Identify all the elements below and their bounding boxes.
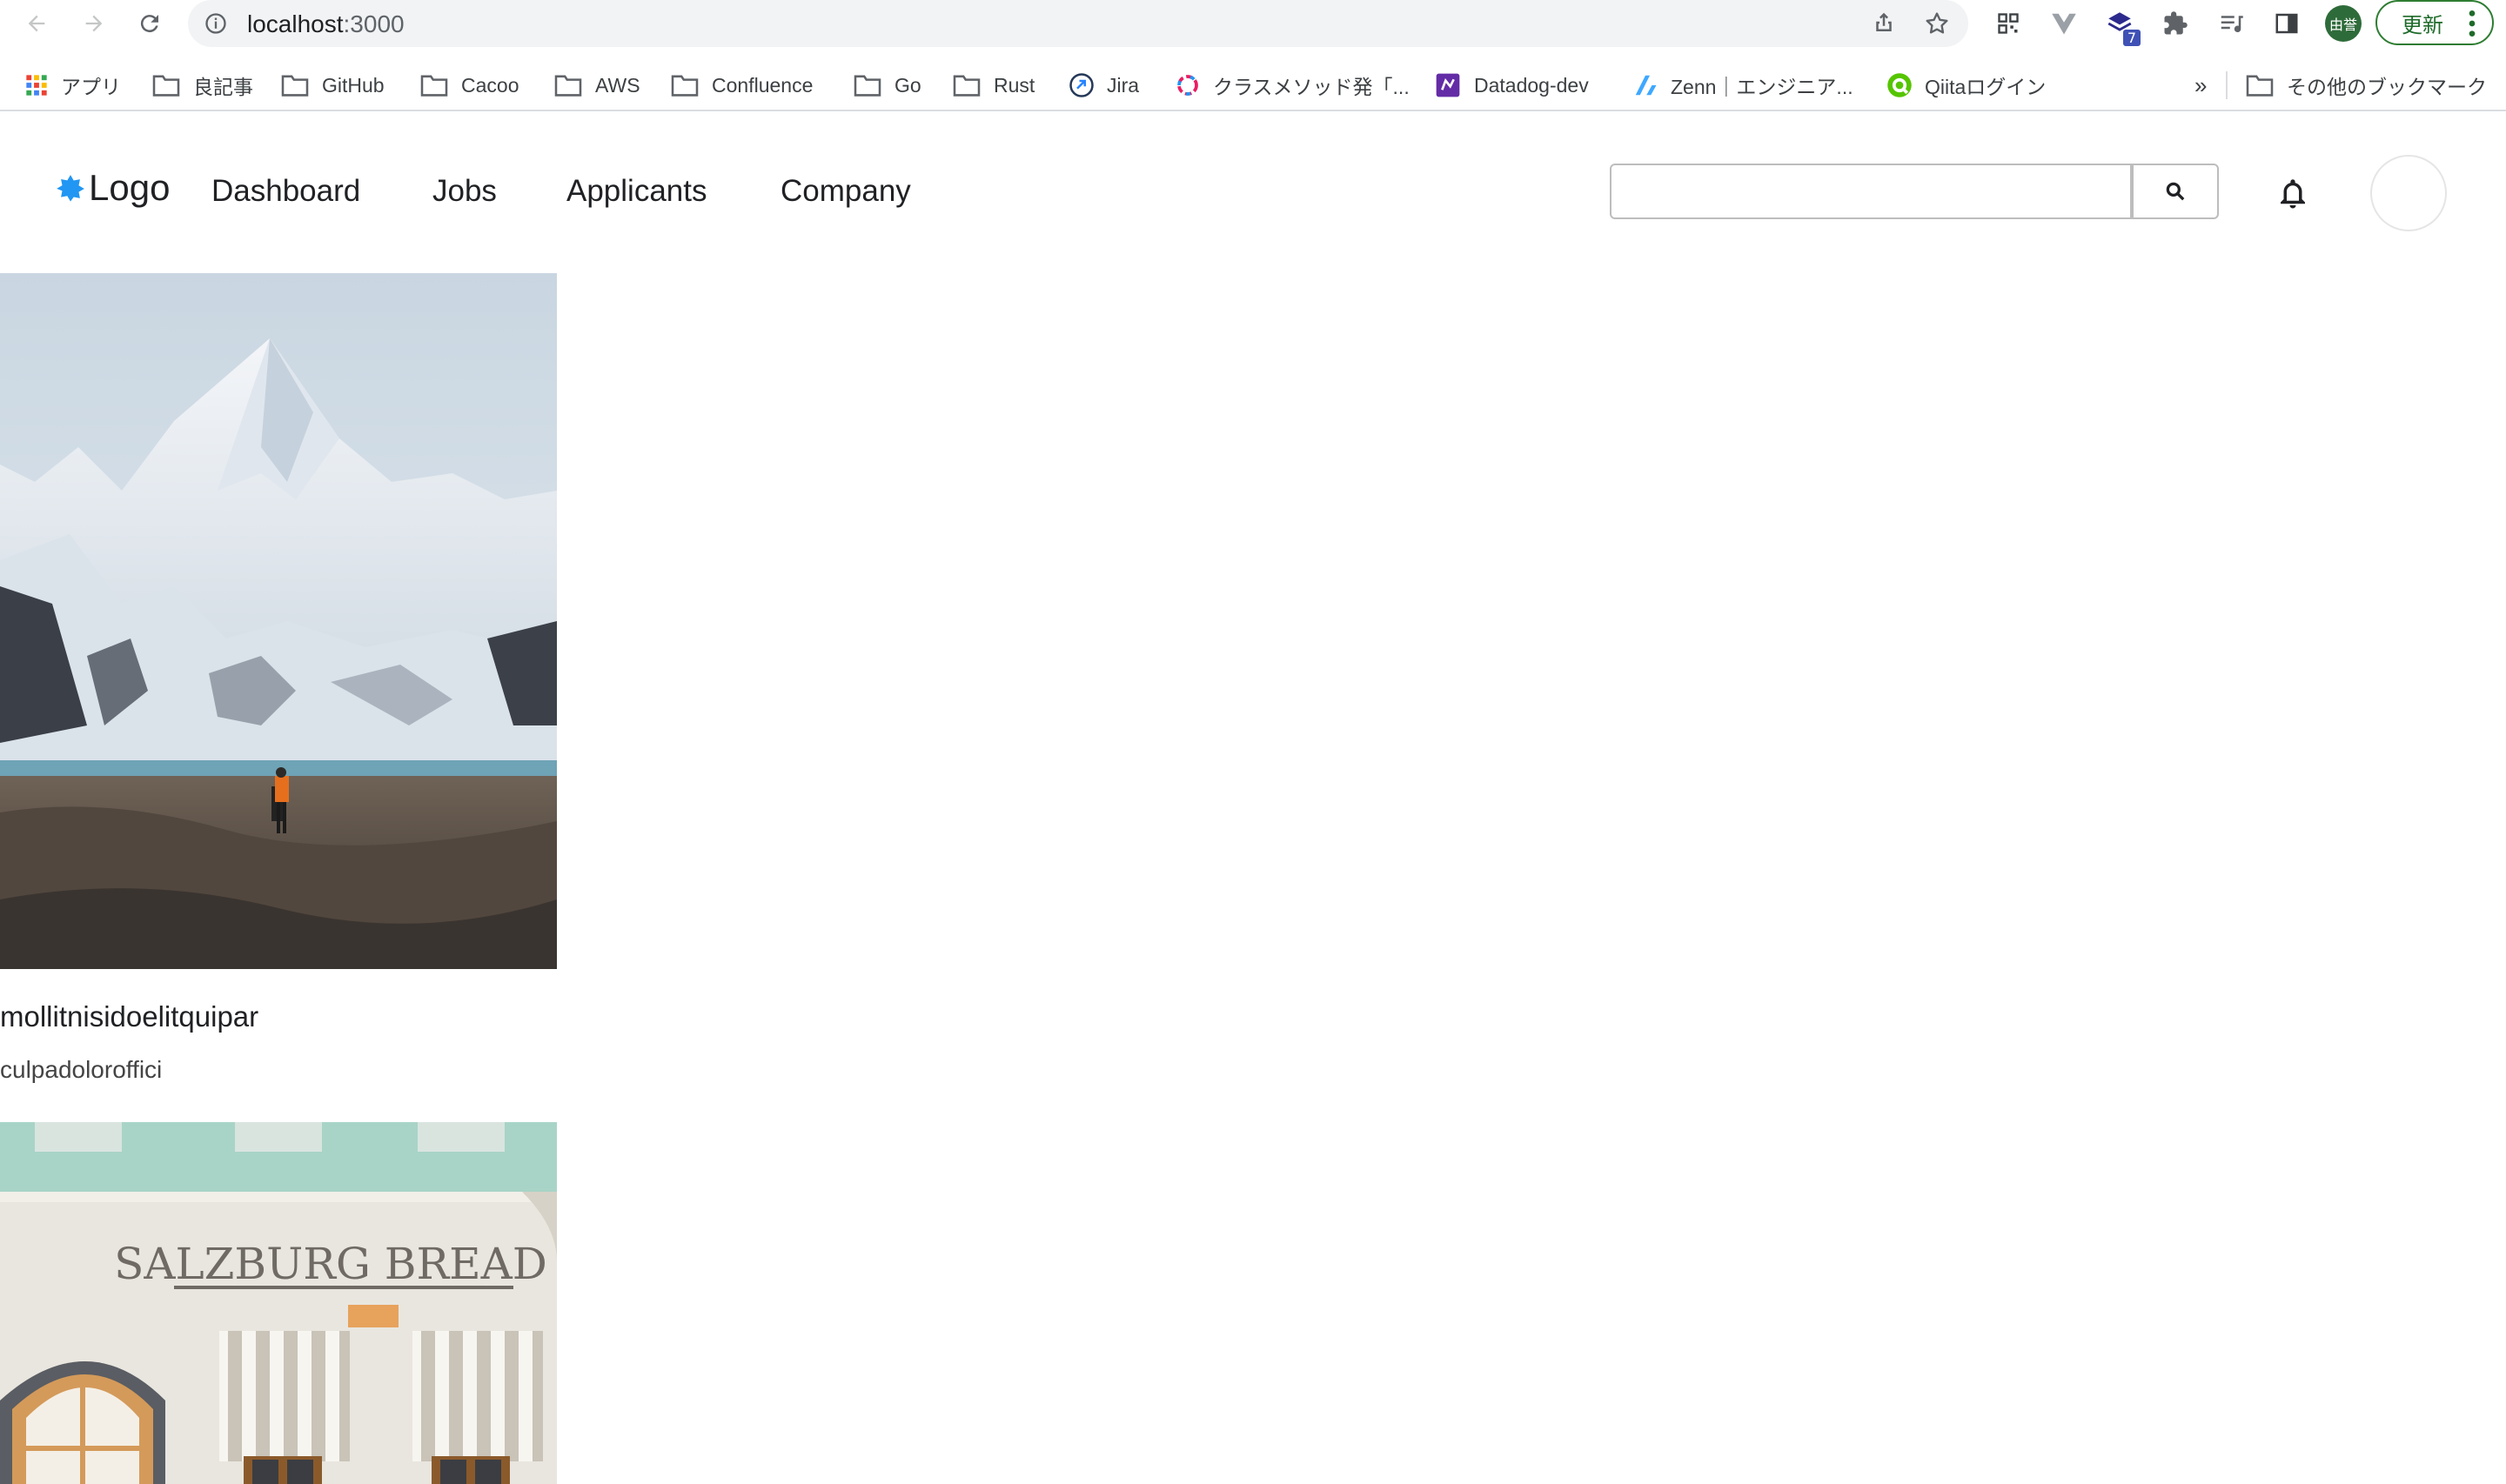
url-port: :3000 [343,10,405,37]
bookmark-folder[interactable]: Confluence [670,66,813,104]
card[interactable]: SALZBURG BREAD [0,1122,557,1484]
arrow-right-icon [85,15,103,32]
folder-icon [2246,75,2274,97]
logo-text: Logo [89,167,171,208]
bookmark-qiita[interactable]: Qiitaログイン [1886,66,2046,104]
bookmark-label: Go [895,73,921,97]
bookmark-folder[interactable]: Cacoo [419,66,519,104]
app-header: Logo Dashboard Jobs Applicants Company [0,111,2506,268]
folder-icon [953,75,981,97]
bookmark-label: Qiitaログイン [1925,76,2047,98]
bookmark-label: Jira [1107,73,1140,97]
bookmark-label: 良記事 [193,76,253,98]
folder-icon [420,75,448,97]
back-button[interactable] [19,6,54,41]
card-image-storefront: SALZBURG BREAD [0,1122,557,1484]
search-icon [2166,182,2185,201]
folder-icon [854,75,881,97]
bookmark-folder[interactable]: AWS [553,66,640,104]
nav-dashboard[interactable]: Dashboard [211,174,360,209]
search-input[interactable] [1610,164,2132,219]
bookmark-label: GitHub [322,73,385,97]
bookmark-classmethod[interactable]: クラスメソッド発「... [1175,66,1410,104]
storefront-sign-text: SALZBURG BREAD [114,1239,547,1289]
url-text[interactable]: localhost:3000 [247,10,405,38]
vue-extension-icon[interactable] [2048,8,2080,39]
extensions-puzzle-icon[interactable] [2160,8,2191,39]
nav-jobs[interactable]: Jobs [432,174,497,209]
folder-icon [554,75,582,97]
nav-applicants[interactable]: Applicants [566,174,707,209]
extension-stack-icon[interactable]: 7 [2104,8,2141,46]
qiita-icon [1887,73,1912,97]
info-icon[interactable] [204,11,228,36]
card-image-mountain [0,273,557,969]
apps-grid-icon [26,75,47,96]
bookmark-label: Confluence [712,73,814,97]
bookmark-apps[interactable]: アプリ [24,66,121,104]
reload-icon [140,15,158,33]
bookmark-folder[interactable]: Rust [952,66,1035,104]
forward-button[interactable] [77,6,111,41]
bookmark-folder[interactable]: 良記事 [151,66,253,104]
arrow-left-icon [28,15,45,32]
folder-icon [281,75,309,97]
card-title: mollitnisidoelitquipar [0,1000,259,1033]
star-icon[interactable] [1923,10,1951,37]
side-panel-icon[interactable] [2271,8,2302,39]
bookmark-jira[interactable]: Jira [1069,66,1139,104]
extension-badge: 7 [2122,30,2141,46]
bell-icon [2281,179,2305,209]
bookmarks-bar: アプリ 良記事 GitHub Cacoo AWS Confluence Go R… [0,61,2506,111]
bookmark-label: Cacoo [461,73,519,97]
logo[interactable]: Logo [56,167,170,209]
bookmark-label: Datadog-dev [1474,73,1589,97]
jira-icon [1069,73,1094,97]
bookmarks-overflow-button[interactable]: » [2194,66,2207,104]
nav-company[interactable]: Company [781,174,911,209]
bookmark-label: その他のブックマーク [2287,76,2487,98]
bookmark-label: AWS [595,73,640,97]
update-button[interactable]: 更新 [2375,0,2494,45]
card[interactable]: mollitnisidoelitquipar culpadoloroffici [0,273,557,1091]
bookmark-label: Zenn｜エンジニア... [1671,76,1853,98]
other-bookmarks-folder[interactable]: その他のブックマーク [2245,66,2487,104]
bookmark-folder[interactable]: GitHub [280,66,385,104]
more-vert-icon [2469,10,2476,37]
profile-avatar[interactable]: 由誉 [2325,5,2362,42]
bookmark-label: クラスメソッド発「... [1213,76,1410,98]
qr-extension-icon[interactable] [1993,8,2024,39]
bookmark-label: Rust [994,73,1035,97]
bookmarks-divider [2226,71,2228,99]
url-host: localhost [247,10,344,37]
browser-toolbar: localhost:3000 7 由誉 更新 [0,0,2506,47]
bookmark-label: アプリ [61,76,121,98]
reload-button[interactable] [132,6,167,41]
bookmark-datadog[interactable]: Datadog-dev [1434,66,1589,104]
logo-star-icon [57,175,84,202]
classmethod-icon [1177,75,1198,96]
folder-icon [152,75,180,97]
bookmark-zenn[interactable]: Zenn｜エンジニア... [1632,66,1853,104]
zenn-icon [1635,75,1657,96]
share-icon[interactable] [1871,10,1897,36]
overflow-chevron-icon: » [2194,71,2208,98]
bookmark-folder[interactable]: Go [853,66,921,104]
card-subtitle: culpadoloroffici [0,1056,163,1083]
address-bar[interactable]: localhost:3000 [188,0,1968,47]
notifications-button[interactable] [2275,174,2311,216]
folder-icon [671,75,699,97]
user-avatar[interactable] [2370,155,2447,231]
update-label: 更新 [2402,13,2443,37]
datadog-icon [1436,73,1460,97]
search-button[interactable] [2132,164,2219,219]
reading-list-icon[interactable] [2215,8,2247,39]
